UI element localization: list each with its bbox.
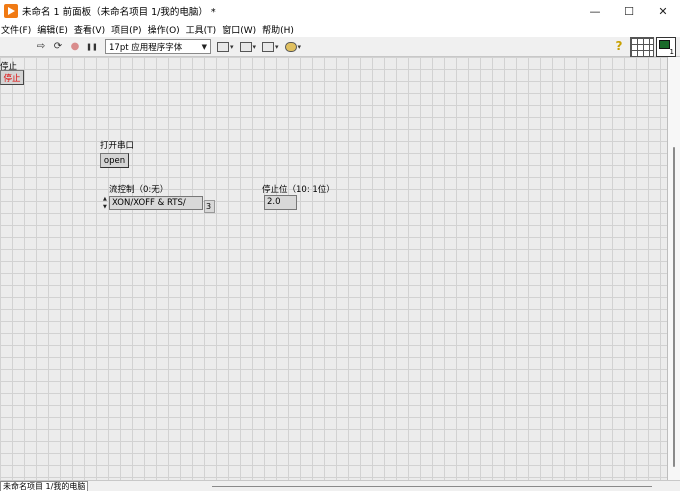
- context-help-icon[interactable]: ?: [613, 39, 625, 53]
- flow-control-ring[interactable]: XON/XOFF & RTS/: [109, 196, 203, 210]
- stop-bits-numeric[interactable]: 2.0: [264, 195, 297, 210]
- font-select[interactable]: 17pt 应用程序字体 ▼: [105, 39, 211, 54]
- maximize-button[interactable]: ☐: [612, 0, 646, 22]
- status-bar: 未命名项目 1/我的电脑: [0, 480, 680, 491]
- vertical-scroll-thumb[interactable]: [673, 147, 675, 467]
- chevron-down-icon: ▼: [201, 42, 207, 51]
- align-objects-icon[interactable]: ▾: [217, 40, 234, 54]
- window-title: 未命名 1 前面板（未命名项目 1/我的电脑） *: [22, 7, 216, 18]
- menu-bar: 文件(F) 编辑(E) 查看(V) 项目(P) 操作(O) 工具(T) 窗口(W…: [0, 22, 680, 37]
- toolbar: ⇨ ⟳ ● ❚❚ 17pt 应用程序字体 ▼ ▾ ▾ ▾ ▾ ? 1: [0, 37, 680, 57]
- window-controls: — ☐ ✕: [578, 0, 680, 22]
- vi-icon[interactable]: 1: [656, 37, 676, 57]
- title-bar: 未命名 1 前面板（未命名项目 1/我的电脑） * — ☐ ✕: [0, 0, 680, 22]
- flow-control-label: 流控制（0:无）: [109, 185, 169, 195]
- close-button[interactable]: ✕: [646, 0, 680, 22]
- pause-icon[interactable]: ❚❚: [85, 40, 99, 54]
- labview-front-panel-window: 未命名 1 前面板（未命名项目 1/我的电脑） * — ☐ ✕ 文件(F) 编辑…: [0, 0, 680, 491]
- minimize-button[interactable]: —: [578, 0, 612, 22]
- flow-control-index: 3: [204, 200, 215, 213]
- distribute-objects-icon[interactable]: ▾: [239, 40, 256, 54]
- menu-project[interactable]: 项目(P): [110, 23, 146, 36]
- menu-view[interactable]: 查看(V): [73, 23, 110, 36]
- front-panel-canvas[interactable]: [0, 57, 668, 480]
- stop-button[interactable]: 停止: [0, 70, 24, 85]
- resize-objects-icon[interactable]: ▾: [262, 40, 279, 54]
- abort-execution-icon[interactable]: ●: [68, 40, 82, 54]
- connector-pane-icon[interactable]: [630, 37, 654, 57]
- reorder-icon[interactable]: ▾: [284, 40, 301, 54]
- menu-edit[interactable]: 编辑(E): [36, 23, 73, 36]
- menu-file[interactable]: 文件(F): [0, 23, 36, 36]
- project-context: 未命名项目 1/我的电脑: [0, 481, 89, 491]
- horizontal-scroll-thumb[interactable]: [212, 486, 652, 487]
- vi-icon-number: 1: [669, 48, 674, 56]
- monitor-icon: [659, 40, 670, 49]
- font-select-value: 17pt 应用程序字体: [109, 42, 183, 53]
- menu-help[interactable]: 帮助(H): [261, 23, 299, 36]
- open-port-label: 打开串口: [100, 141, 135, 151]
- menu-tools[interactable]: 工具(T): [185, 23, 222, 36]
- labview-app-icon: [4, 4, 18, 18]
- run-continuously-icon[interactable]: ⟳: [51, 40, 65, 54]
- stop-bits-label: 停止位（10: 1位）: [262, 185, 335, 195]
- open-port-button[interactable]: open: [100, 153, 129, 168]
- menu-operate[interactable]: 操作(O): [147, 23, 185, 36]
- menu-window[interactable]: 窗口(W): [221, 23, 261, 36]
- run-arrow-icon[interactable]: ⇨: [34, 40, 48, 54]
- vertical-scrollbar[interactable]: [668, 57, 680, 480]
